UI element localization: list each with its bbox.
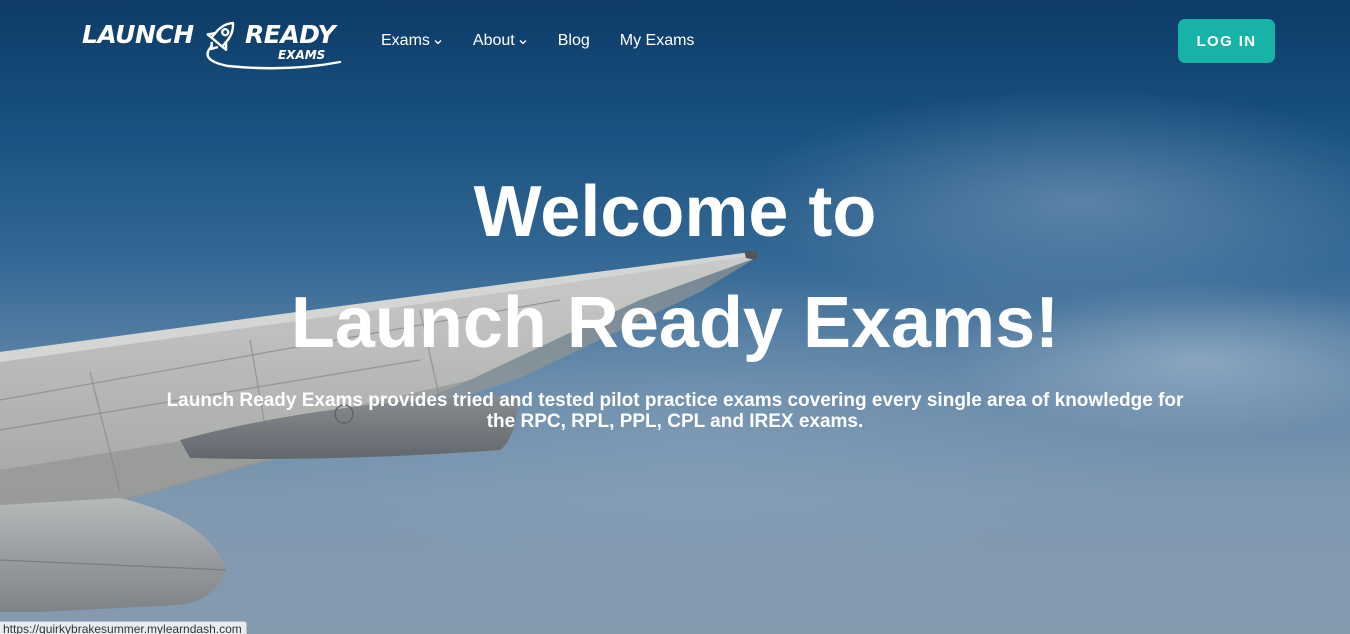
hero-title-line1: Welcome to [473,172,877,252]
hero-title-line2: Launch Ready Exams! [290,283,1060,363]
site-logo[interactable]: LAUNCH READY EXAMS [80,14,346,72]
site-header: LAUNCH READY EXAMS Exams About Blog My E… [0,0,1350,82]
status-bar-url: https://quirkybrakesummer.mylearndash.co… [0,621,247,634]
hero-section: LAUNCH READY EXAMS Exams About Blog My E… [0,0,1350,634]
main-nav: Exams About Blog My Exams [381,30,724,52]
nav-item-about[interactable]: About [473,30,528,52]
logo-subtitle: EXAMS [278,48,326,62]
nav-item-exams[interactable]: Exams [381,30,443,52]
logo-word-launch: LAUNCH [82,20,194,49]
nav-item-blog[interactable]: Blog [558,30,590,52]
nav-item-label: Blog [557,32,590,49]
chevron-down-icon [519,40,527,45]
nav-item-label: My Exams [619,32,695,49]
nav-item-label: Exams [381,32,430,49]
login-button[interactable]: LOG IN [1178,19,1275,63]
nav-item-label: About [472,32,515,49]
nav-item-my-exams[interactable]: My Exams [620,30,695,52]
chevron-down-icon [434,40,442,45]
hero-description: Launch Ready Exams provides tried and te… [166,390,1184,432]
